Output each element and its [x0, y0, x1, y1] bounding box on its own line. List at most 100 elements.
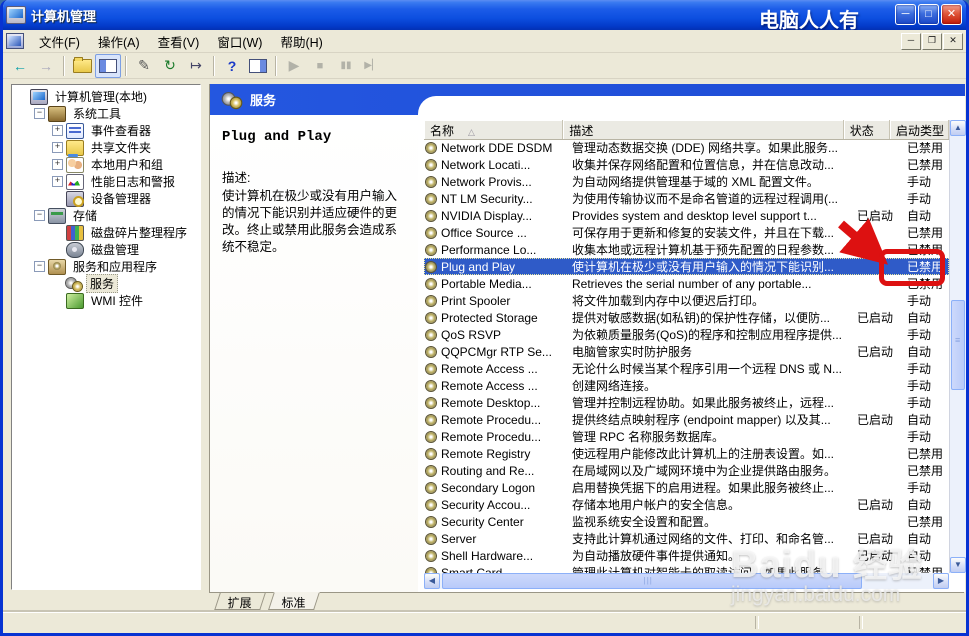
service-startup-cell: 自动: [907, 549, 932, 563]
menu-item[interactable]: 操作(A): [89, 30, 149, 53]
service-row[interactable]: Network Locati... 收集并保存网络配置和位置信息，并在信息改动..…: [424, 156, 949, 173]
forward-button[interactable]: →: [33, 54, 59, 78]
service-row[interactable]: Portable Media... Retrieves the serial nu…: [424, 275, 949, 292]
close-button[interactable]: ✕: [941, 4, 962, 25]
service-row[interactable]: QQPCMgr RTP Se... 电脑管家实时防护服务 已启动 自动: [424, 343, 949, 360]
service-row[interactable]: Network Provis... 为自动网络提供管理基于域的 XML 配置文件。…: [424, 173, 949, 190]
child-close-button[interactable]: ✕: [943, 33, 963, 50]
back-button[interactable]: ←: [7, 54, 33, 78]
service-name-cell: Remote Access ...: [424, 362, 566, 376]
service-row[interactable]: Remote Procedu... 提供终结点映射程序 (endpoint map…: [424, 411, 949, 428]
column-header-description[interactable]: 描述: [563, 120, 844, 139]
vertical-scroll-thumb[interactable]: [951, 300, 965, 390]
menu-item[interactable]: 文件(F): [30, 30, 89, 53]
back-icon: ←: [13, 57, 27, 74]
tree-item[interactable]: 计算机管理(本地): [12, 88, 200, 105]
tree-item[interactable]: 服务: [12, 274, 200, 293]
collapse-icon[interactable]: −: [34, 210, 45, 221]
tree-item[interactable]: + 事件查看器: [12, 122, 200, 139]
scroll-up-button[interactable]: ▲: [950, 120, 966, 136]
child-window-icon[interactable]: [6, 33, 24, 49]
tree-item[interactable]: − 存储: [12, 207, 200, 224]
service-row[interactable]: Security Accou... 存储本地用户帐户的安全信息。 已启动 自动: [424, 496, 949, 513]
service-status-cell: 已启动: [857, 498, 894, 512]
service-row[interactable]: Secondary Logon 启用替换凭据下的启用进程。如果此服务被终止... 手…: [424, 479, 949, 496]
tree-item[interactable]: 磁盘碎片整理程序: [12, 224, 200, 241]
service-row[interactable]: Remote Access ... 创建网络连接。 手动: [424, 377, 949, 394]
start-service-button[interactable]: ▶: [281, 54, 307, 78]
service-name-cell: Network Locati...: [424, 158, 566, 172]
up-folder-button[interactable]: [69, 54, 95, 78]
scroll-left-button[interactable]: ◀: [424, 573, 440, 589]
service-name: NVIDIA Display...: [441, 208, 533, 223]
maximize-button[interactable]: □: [918, 4, 939, 25]
service-name-cell: Portable Media...: [424, 277, 566, 291]
service-row[interactable]: Server 支持此计算机通过网络的文件、打印、和命名管... 已启动 自动: [424, 530, 949, 547]
service-startup-cell: 已禁用: [907, 515, 944, 529]
service-gear-icon: [426, 448, 436, 459]
tree-item[interactable]: + 性能日志和警报: [12, 173, 200, 190]
horizontal-scroll-thumb[interactable]: [442, 573, 862, 589]
tree-item[interactable]: + 本地用户和组: [12, 156, 200, 173]
show-console-tree-button[interactable]: [95, 53, 121, 78]
menu-item[interactable]: 查看(V): [149, 30, 209, 53]
collapse-icon[interactable]: −: [34, 108, 45, 119]
horizontal-scrollbar[interactable]: ◀ ▶: [424, 573, 949, 589]
vertical-scrollbar[interactable]: ▲ ▼: [949, 120, 966, 573]
service-row[interactable]: Network DDE DSDM 管理动态数据交换 (DDE) 网络共享。如果此服…: [424, 139, 949, 156]
service-row[interactable]: Smart Card 管理此计算机对智能卡的取读访问。如果此服务... 已禁用: [424, 564, 949, 573]
tree-item[interactable]: − 服务和应用程序: [12, 258, 200, 275]
minimize-button[interactable]: ─: [895, 4, 916, 25]
service-startup-cell: 自动: [907, 345, 932, 359]
child-restore-button[interactable]: ❐: [922, 33, 942, 50]
scroll-down-button[interactable]: ▼: [950, 557, 966, 573]
up-folder-icon: [72, 56, 92, 73]
service-row[interactable]: Shell Hardware... 为自动播放硬件事件提供通知。 已启动 自动: [424, 547, 949, 564]
column-header-status[interactable]: 状态: [844, 120, 890, 139]
tree-item[interactable]: 设备管理器: [12, 190, 200, 207]
title-bar[interactable]: 计算机管理 电脑人人有 ─ □ ✕: [3, 0, 966, 32]
restart-service-button[interactable]: ▶▏: [359, 54, 385, 78]
column-header-name[interactable]: 名称 △: [424, 120, 564, 139]
service-startup-cell: 手动: [907, 294, 932, 308]
tab-extended[interactable]: 扩展: [214, 593, 266, 610]
service-row[interactable]: Remote Access ... 无论什么时候当某个程序引用一个远程 DNS 或…: [424, 360, 949, 377]
service-row[interactable]: Remote Desktop... 管理并控制远程协助。如果此服务被终止，远程..…: [424, 394, 949, 411]
stop-service-button[interactable]: ■: [307, 54, 333, 78]
menu-item[interactable]: 窗口(W): [208, 30, 271, 53]
pause-service-button[interactable]: ▮▮: [333, 54, 359, 78]
service-row[interactable]: Security Center 监视系统安全设置和配置。 已禁用: [424, 513, 949, 530]
service-row[interactable]: Remote Registry 使远程用户能修改此计算机上的注册表设置。如... 已…: [424, 445, 949, 462]
expand-icon[interactable]: +: [52, 159, 63, 170]
child-minimize-button[interactable]: ─: [901, 33, 921, 50]
service-gear-icon: [426, 380, 436, 391]
event-icon: [66, 122, 84, 139]
scroll-right-button[interactable]: ▶: [933, 573, 949, 589]
service-row[interactable]: QoS RSVP 为依赖质量服务(QoS)的程序和控制应用程序提供... 手动: [424, 326, 949, 343]
service-name-cell: Remote Desktop...: [424, 396, 566, 410]
service-desc-cell: 收集本地或远程计算机基于预先配置的日程参数...: [572, 243, 835, 257]
service-row[interactable]: Remote Procedu... 管理 RPC 名称服务数据库。 手动: [424, 428, 949, 445]
export-list-button[interactable]: ↦: [183, 54, 209, 78]
service-row[interactable]: NT LM Security... 为使用传输协议而不是命名管道的远程过程调用(.…: [424, 190, 949, 207]
tree-item[interactable]: WMI 控件: [12, 292, 200, 309]
menu-item[interactable]: 帮助(H): [271, 30, 331, 53]
service-name-cell: Protected Storage: [424, 311, 566, 325]
expand-icon[interactable]: +: [52, 142, 63, 153]
service-row[interactable]: Protected Storage 提供对敏感数据(如私钥)的保护性存储，以便防.…: [424, 309, 949, 326]
collapse-icon[interactable]: −: [34, 261, 45, 272]
play-icon: ▶: [288, 57, 300, 73]
expand-icon[interactable]: +: [52, 125, 63, 136]
expand-icon[interactable]: +: [52, 176, 63, 187]
service-row[interactable]: Routing and Re... 在局域网以及广域网环境中为企业提供路由服务。 已…: [424, 462, 949, 479]
tree-item[interactable]: − 系统工具: [12, 105, 200, 122]
tree-item[interactable]: + 共享文件夹: [12, 139, 200, 157]
tab-standard[interactable]: 标准: [268, 592, 320, 610]
column-header-startup-type[interactable]: 启动类型: [890, 120, 949, 139]
service-row[interactable]: Print Spooler 将文件加载到内存中以便迟后打印。 手动: [424, 292, 949, 309]
refresh-button[interactable]: ↻: [157, 54, 183, 78]
properties-button[interactable]: ✎: [131, 54, 157, 78]
help-button[interactable]: ?: [219, 54, 245, 78]
show-description-pane-button[interactable]: [245, 54, 271, 78]
tree-item[interactable]: 磁盘管理: [12, 241, 200, 258]
